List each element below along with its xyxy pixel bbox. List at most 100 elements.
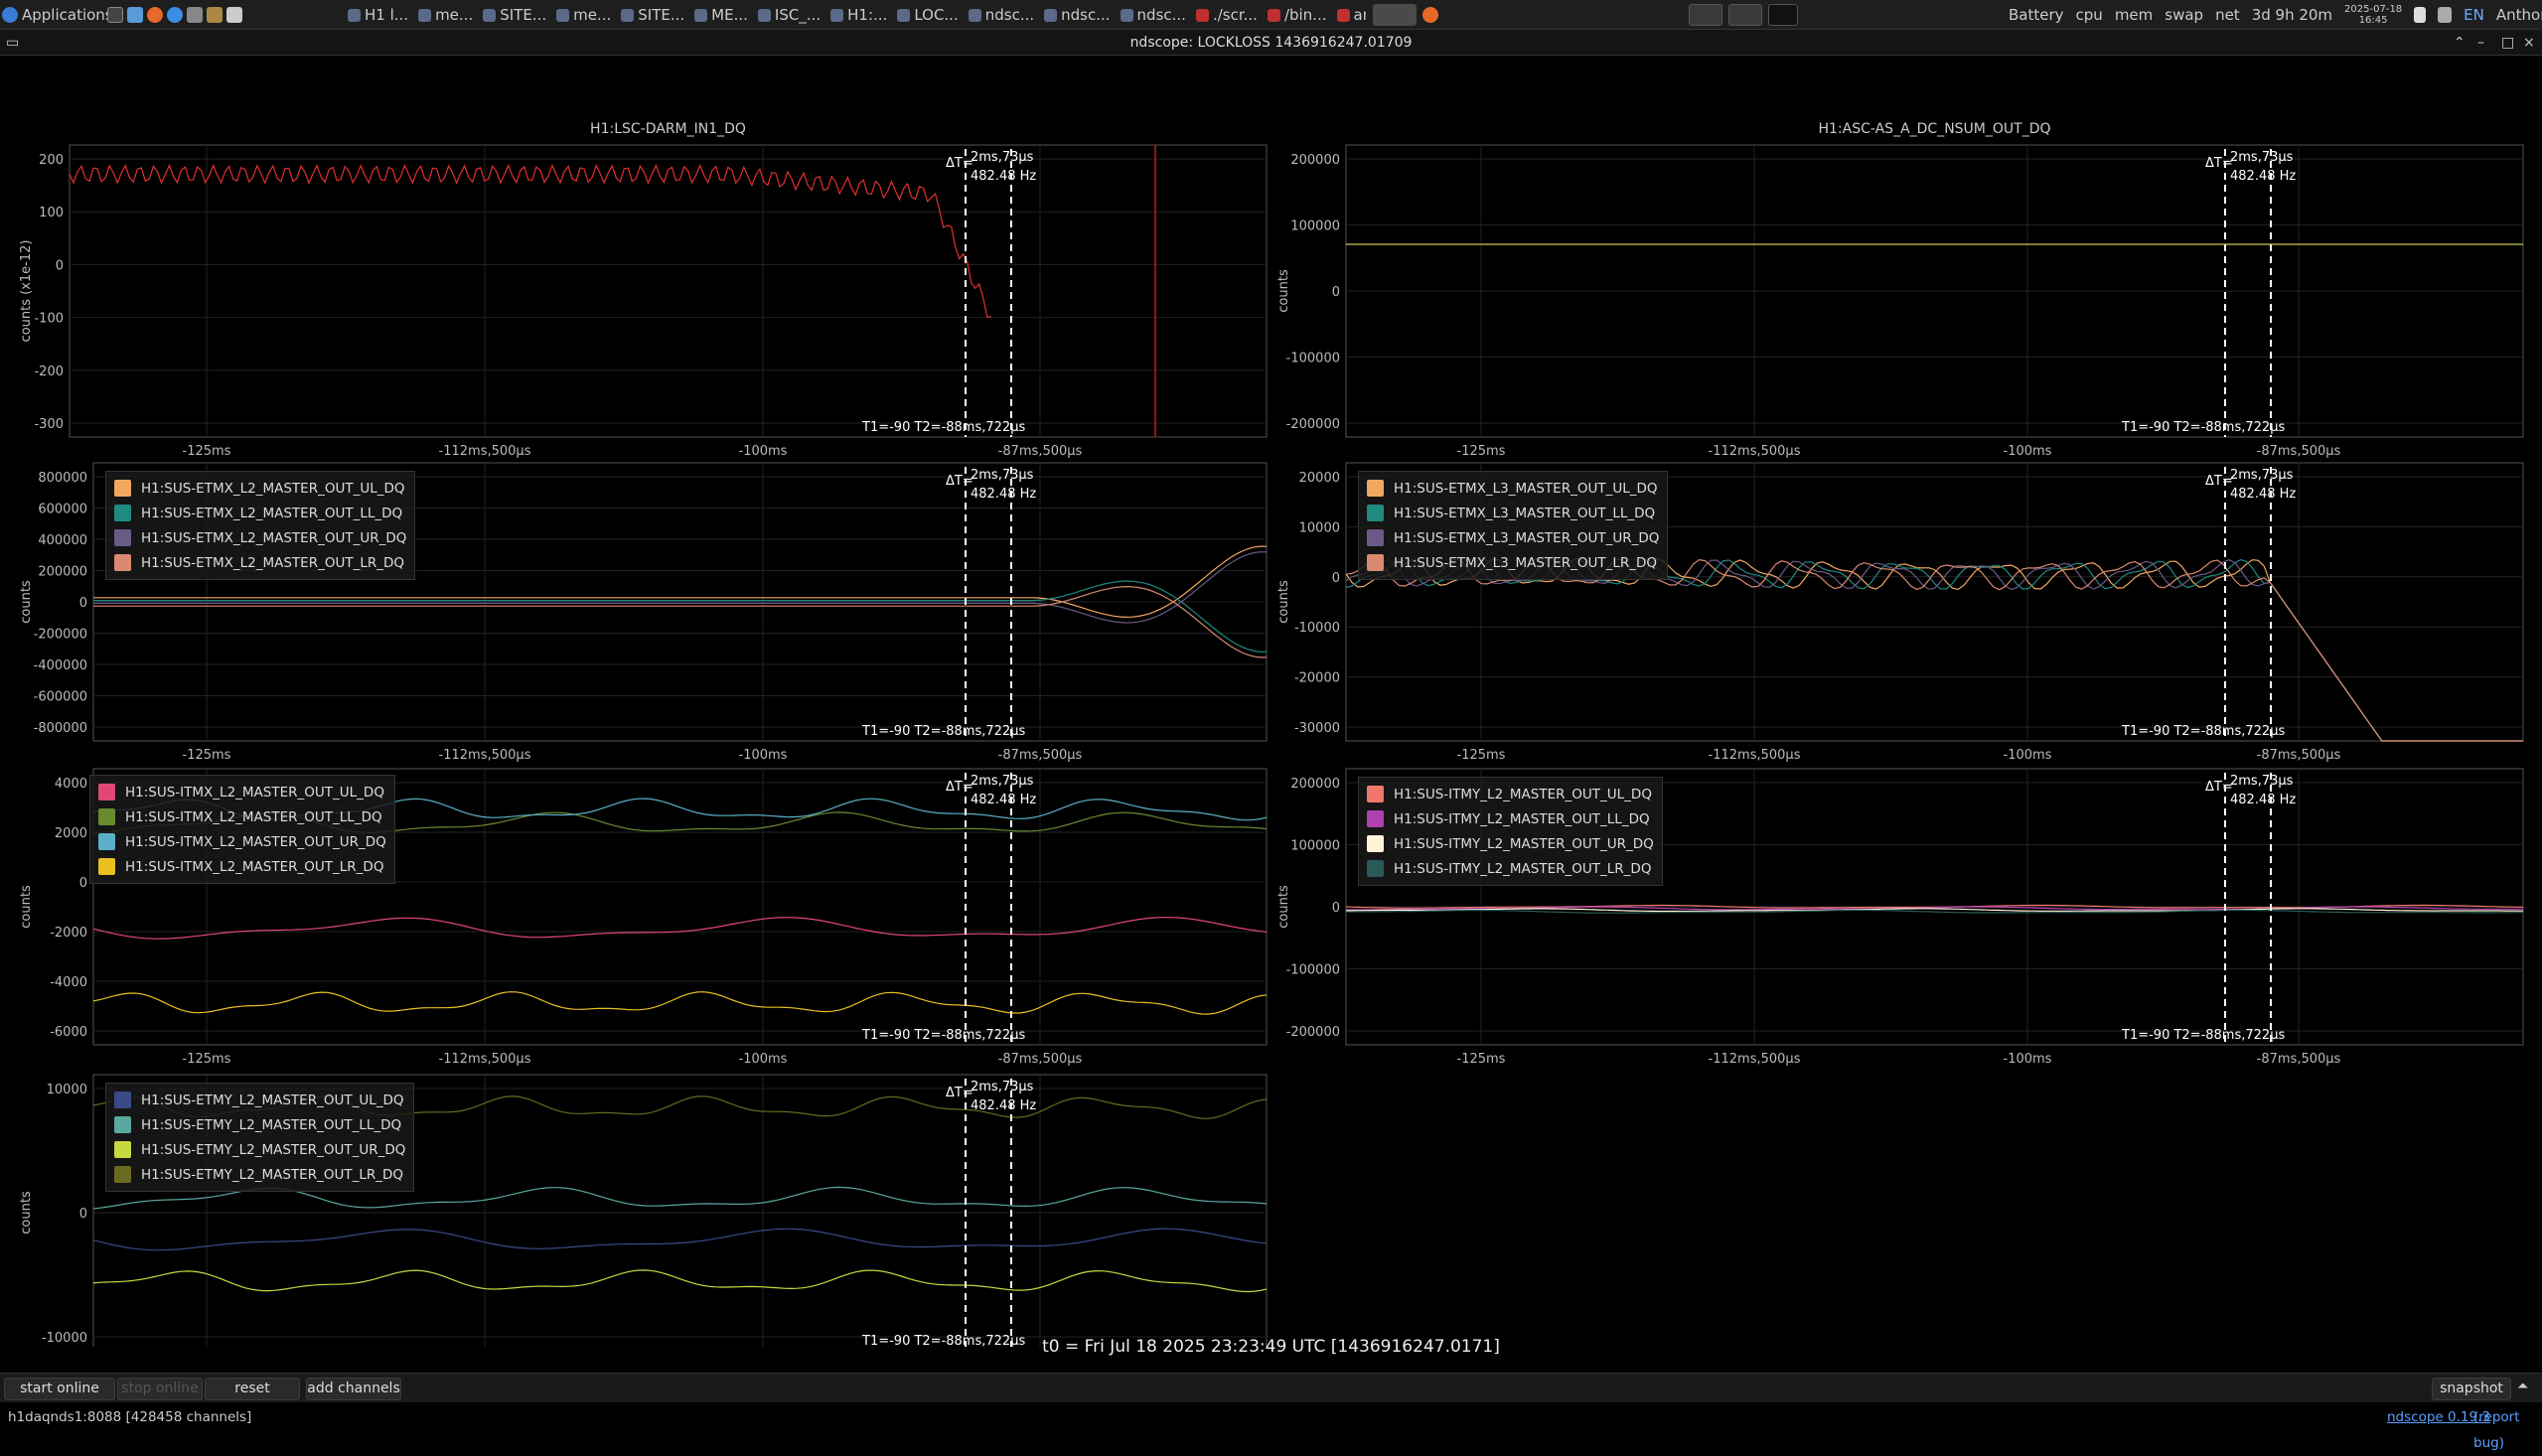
stop-online-button[interactable]: stop online [117,1378,203,1400]
taskbar-window-item[interactable]: me... [556,6,611,24]
start-online-button[interactable]: start online [4,1378,115,1400]
control-bar: start online stop online reset add chann… [0,1373,2542,1402]
net-monitor[interactable]: net [2215,6,2240,24]
y-tick-label: -600000 [34,690,87,705]
minimize-icon[interactable]: – [2477,30,2484,56]
y-axis-label: counts [1276,269,1291,313]
swap-monitor[interactable]: swap [2165,6,2203,24]
workspace-1-icon[interactable] [1689,4,1722,26]
workspace-3-icon[interactable] [1768,4,1798,26]
network-icon[interactable] [2438,7,2453,23]
legend-item[interactable]: H1:SUS-ITMY_L2_MASTER_OUT_UR_DQ [1367,831,1654,856]
legend-label: H1:SUS-ITMY_L2_MASTER_OUT_LL_DQ [1394,810,1650,827]
legend: H1:SUS-ETMX_L2_MASTER_OUT_UL_DQ H1:SUS-ET… [105,471,416,580]
y-axis-label: counts (x1e-12) [19,240,34,343]
firefox-icon[interactable] [147,7,163,23]
cpu-monitor[interactable]: cpu [2076,6,2103,24]
taskbar-window-item[interactable]: anth... [1336,6,1366,24]
power-icon[interactable] [2414,7,2427,23]
legend-item[interactable]: H1:SUS-ETMX_L2_MASTER_OUT_UL_DQ [114,476,406,501]
taskbar-window-item[interactable]: ./scr... [1195,6,1258,24]
maximize-icon[interactable]: □ [2501,30,2514,56]
y-tick-label: 0 [79,876,87,891]
legend-item[interactable]: H1:SUS-ETMX_L3_MASTER_OUT_UL_DQ [1367,476,1659,501]
chrome-icon[interactable] [167,7,183,23]
nds-server-status: h1daqnds1:8088 [428458 channels] [8,1409,252,1425]
legend-label: H1:SUS-ETMX_L2_MASTER_OUT_UL_DQ [141,480,405,497]
x-tick-label: -112ms,500µs [439,1052,531,1067]
folder-icon[interactable] [127,7,143,23]
taskbar-window-item[interactable]: H1 l... [348,6,408,24]
x-tick-label: -125ms [1457,444,1506,459]
editor-icon[interactable] [226,7,242,23]
legend-swatch [98,858,115,875]
legend-item[interactable]: H1:SUS-ETMX_L3_MASTER_OUT_UR_DQ [1367,525,1659,550]
taskbar-window-item[interactable]: SITE... [621,6,684,24]
close-icon[interactable]: × [2523,30,2535,56]
terminal-icon[interactable] [107,7,123,23]
keyboard-layout[interactable]: EN [2464,6,2484,24]
legend-item[interactable]: H1:SUS-ETMY_L2_MASTER_OUT_LL_DQ [114,1112,405,1137]
legend-item[interactable]: H1:SUS-ITMX_L2_MASTER_OUT_UL_DQ [98,780,386,804]
taskbar-window-item[interactable]: ISC_... [757,6,821,24]
legend-item[interactable]: H1:SUS-ITMY_L2_MASTER_OUT_UL_DQ [1367,782,1654,806]
expand-icon[interactable]: ⏶ [2517,1379,2528,1394]
plot-area[interactable] [69,144,1268,438]
taskbar-window-item[interactable]: ME... [694,6,748,24]
legend-item[interactable]: H1:SUS-ETMX_L2_MASTER_OUT_LR_DQ [114,550,406,575]
applications-menu[interactable]: Applications [2,3,113,27]
people-icon[interactable] [207,7,223,23]
taskbar-window-item[interactable]: SITE... [483,6,546,24]
taskbar-window-label: ndsc... [1136,6,1186,24]
legend-item[interactable]: H1:SUS-ETMY_L2_MASTER_OUT_UR_DQ [114,1137,405,1162]
legend-swatch [1367,505,1384,521]
window-icon [621,8,635,22]
x-tick-label: -100ms [739,1052,788,1067]
x-tick-label: -100ms [739,748,788,763]
legend-item[interactable]: H1:SUS-ITMY_L2_MASTER_OUT_LR_DQ [1367,856,1654,881]
window-icon [830,8,844,22]
plot-asc[interactable]: 200000 100000 0 -100000 -200000 -125ms -112ms,… [1276,121,2524,459]
taskbar-window-item[interactable]: H1:... [830,6,887,24]
legend-swatch [114,480,131,497]
y-tick-label: 200000 [38,565,87,580]
battery-monitor[interactable]: Battery [2009,6,2064,24]
taskbar-window-list: H1 l... me... SITE... me... SITE... ME... ISC_… [348,3,1366,27]
taskbar-window-item[interactable]: ndsc... [968,6,1034,24]
legend-item[interactable]: H1:SUS-ETMX_L2_MASTER_OUT_LL_DQ [114,501,406,525]
taskbar-window-item[interactable]: /bin... [1267,6,1327,24]
y-tick-label: -200000 [34,628,87,643]
mem-monitor[interactable]: mem [2115,6,2153,24]
snapshot-button[interactable]: snapshot [2432,1378,2511,1400]
workspace-2-icon[interactable] [1728,4,1762,26]
report-bug-link[interactable]: (report bug) [2473,1404,2542,1456]
taskbar-window-item[interactable]: LOC... [897,6,959,24]
legend-item[interactable]: H1:SUS-ITMX_L2_MASTER_OUT_UR_DQ [98,829,386,854]
taskbar-window-item[interactable]: me... [418,6,473,24]
taskbar-window-item[interactable]: ndsc... [1120,6,1186,24]
plot-darm[interactable]: 200 100 0 -100 -200 -300 -125ms -112ms,500µs -10… [19,121,1268,459]
legend-item[interactable]: H1:SUS-ETMX_L3_MASTER_OUT_LR_DQ [1367,550,1659,575]
user-menu[interactable]: Anthony Sanchez [2496,6,2542,24]
cursor-delta-label: ΔT= [946,1086,973,1100]
legend-label: H1:SUS-ITMX_L2_MASTER_OUT_UL_DQ [125,784,384,801]
taskbar-window-item[interactable]: ndsc... [1044,6,1111,24]
legend-item[interactable]: H1:SUS-ETMX_L2_MASTER_OUT_UR_DQ [114,525,406,550]
legend-item[interactable]: H1:SUS-ETMY_L2_MASTER_OUT_UL_DQ [114,1088,405,1112]
window-icon[interactable] [1373,4,1417,26]
reset-button[interactable]: reset [205,1378,300,1400]
legend-item[interactable]: H1:SUS-ETMY_L2_MASTER_OUT_LR_DQ [114,1162,405,1187]
legend: H1:SUS-ITMX_L2_MASTER_OUT_UL_DQ H1:SUS-IT… [89,775,395,884]
add-channels-button[interactable]: add channels [306,1378,401,1400]
legend-item[interactable]: H1:SUS-ITMY_L2_MASTER_OUT_LL_DQ [1367,806,1654,831]
window-menu-icon[interactable]: ▭ [6,30,19,56]
legend: H1:SUS-ETMX_L3_MASTER_OUT_UL_DQ H1:SUS-ET… [1358,471,1669,580]
shade-icon[interactable]: ⌃ [2454,30,2466,56]
y-tick-label: -100000 [1286,963,1340,978]
legend-item[interactable]: H1:SUS-ITMX_L2_MASTER_OUT_LL_DQ [98,804,386,829]
firefox-icon[interactable] [1422,7,1438,23]
clock[interactable]: 2025-07-18 16:45 [2344,4,2402,26]
legend-item[interactable]: H1:SUS-ETMX_L3_MASTER_OUT_LL_DQ [1367,501,1659,525]
legend-item[interactable]: H1:SUS-ITMX_L2_MASTER_OUT_LR_DQ [98,854,386,879]
share-icon[interactable] [187,7,203,23]
